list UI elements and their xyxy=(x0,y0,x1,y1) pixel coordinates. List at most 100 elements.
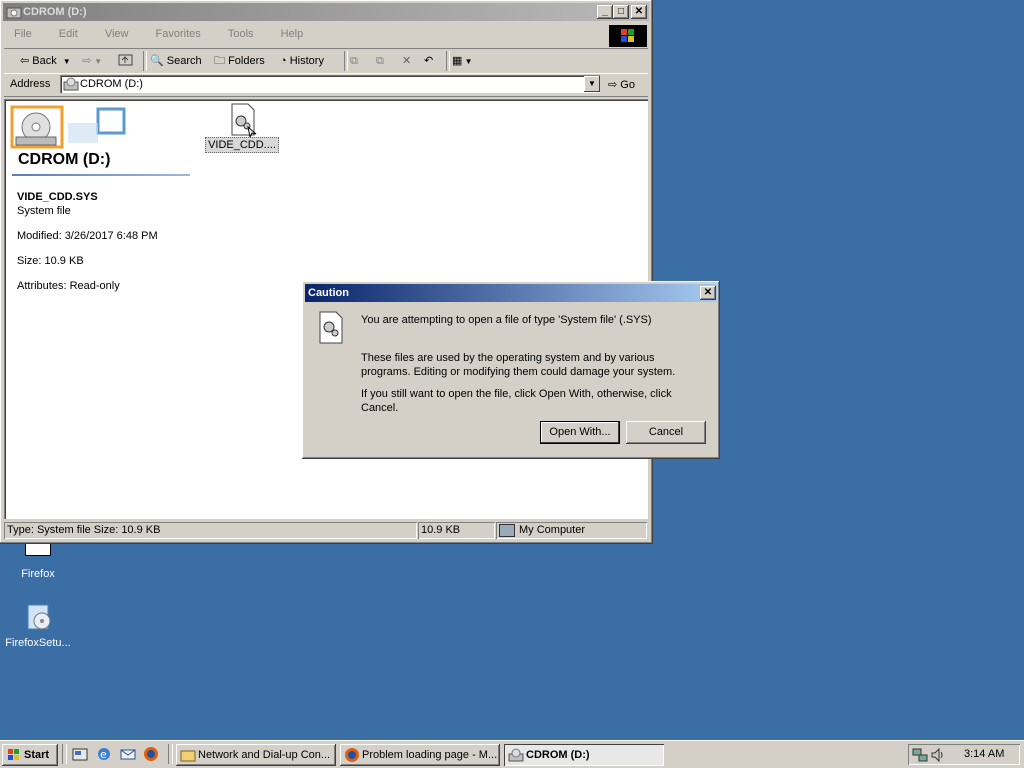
start-label: Start xyxy=(24,749,50,761)
network-tray-icon[interactable] xyxy=(912,747,928,766)
file-type-detail: System file xyxy=(17,205,71,217)
quicklaunch-separator xyxy=(62,744,67,764)
open-with-button[interactable]: Open With... xyxy=(540,421,620,444)
desktop-icon-firefox-setup[interactable]: FirefoxSetu... xyxy=(0,601,76,649)
task-cdrom-d[interactable]: CDROM (D:) xyxy=(504,744,664,766)
toolbar-separator xyxy=(344,51,348,71)
menu-file[interactable]: File xyxy=(8,25,38,43)
start-button[interactable]: Start xyxy=(2,744,58,766)
dialog-title: Caution xyxy=(308,287,349,299)
outlook-express-icon[interactable] xyxy=(120,746,136,762)
installer-icon xyxy=(22,601,54,633)
standard-toolbar: ⇦ Back ▼ ⇨ ▼ 🔍 Search 🗀 Folders ◔ History… xyxy=(4,48,648,74)
chevron-down-icon: ▼ xyxy=(62,57,71,66)
system-file-icon xyxy=(316,311,348,348)
address-value: CDROM (D:) xyxy=(80,78,143,90)
window-titlebar[interactable]: CDROM (D:) _ □ ✕ xyxy=(3,3,649,21)
cd-drive-icon xyxy=(508,747,524,763)
heading-underline xyxy=(12,174,190,176)
move-to-button[interactable]: ⧉ xyxy=(350,52,358,70)
folders-button[interactable]: 🗀 Folders xyxy=(214,52,265,70)
menu-edit[interactable]: Edit xyxy=(53,25,84,43)
copy-to-icon: ⧉ xyxy=(376,55,384,67)
menu-help[interactable]: Help xyxy=(275,25,310,43)
maximize-button[interactable]: □ xyxy=(613,5,629,19)
system-file-icon xyxy=(226,103,258,139)
address-label: Address xyxy=(10,78,51,90)
dialog-titlebar[interactable]: Caution ✕ xyxy=(305,284,717,302)
delete-icon: ✕ xyxy=(402,55,412,67)
show-desktop-icon[interactable] xyxy=(72,746,88,762)
svg-text:e: e xyxy=(100,748,107,761)
network-folder-icon xyxy=(180,747,196,763)
dialog-message-warning: These files are used by the operating sy… xyxy=(361,352,676,378)
delete-button[interactable]: ✕ xyxy=(402,52,411,70)
task-label: Problem loading page - M... xyxy=(362,749,498,761)
menu-tools[interactable]: Tools xyxy=(222,25,260,43)
window-title: CDROM (D:) xyxy=(23,6,87,18)
toolbar-separator xyxy=(143,51,147,71)
views-icon: ▦ xyxy=(452,55,463,67)
firefox-quicklaunch-icon[interactable] xyxy=(143,746,159,762)
firefox-icon xyxy=(344,747,360,763)
dialog-close-button[interactable]: ✕ xyxy=(700,286,716,300)
move-to-icon: ⧉ xyxy=(350,55,358,67)
status-text: Type: System file Size: 10.9 KB xyxy=(4,522,417,539)
file-modified-detail: Modified: 3/26/2017 6:48 PM xyxy=(17,230,158,242)
file-name-detail: VIDE_CDD.SYS xyxy=(17,191,98,203)
task-network-dialup[interactable]: Network and Dial-up Con... xyxy=(176,744,336,766)
search-label: Search xyxy=(166,55,202,67)
search-button[interactable]: 🔍 Search xyxy=(150,52,202,70)
volume-icon[interactable] xyxy=(930,747,946,766)
drive-banner-icon xyxy=(8,103,128,152)
task-firefox-problem-loading[interactable]: Problem loading page - M... xyxy=(340,744,500,766)
toolbar-separator xyxy=(446,51,450,71)
windows-logo-icon xyxy=(609,25,647,47)
file-size-detail: Size: 10.9 KB xyxy=(17,255,84,267)
address-bar: Address CDROM (D:) ▼ ⇨ Go xyxy=(4,74,648,97)
forward-button[interactable]: ⇨ ▼ xyxy=(82,52,102,70)
views-button[interactable]: ▦ ▼ xyxy=(452,52,473,70)
history-button[interactable]: ◔ History xyxy=(280,52,324,70)
menu-bar: File Edit View Favorites Tools Help xyxy=(8,25,608,45)
back-button[interactable]: ⇦ Back ▼ xyxy=(20,52,71,70)
history-icon: ◔ xyxy=(280,55,287,67)
explorer-window: CDROM (D:) _ □ ✕ File Edit View Favorite… xyxy=(0,0,653,544)
folders-icon: 🗀 xyxy=(214,55,225,67)
internet-explorer-icon[interactable]: e xyxy=(96,746,112,762)
menu-view[interactable]: View xyxy=(99,25,135,43)
task-label: Network and Dial-up Con... xyxy=(198,749,331,761)
address-input[interactable]: CDROM (D:) ▼ xyxy=(60,75,600,93)
system-tray: 3:14 AM xyxy=(908,744,1020,765)
history-label: History xyxy=(289,55,324,67)
go-button[interactable]: ⇨ Go xyxy=(608,76,635,94)
address-dropdown-button[interactable]: ▼ xyxy=(584,76,600,92)
drive-heading: CDROM (D:) xyxy=(18,151,111,168)
cancel-button[interactable]: Cancel xyxy=(626,421,706,444)
cd-drive-icon xyxy=(63,76,79,95)
minimize-button[interactable]: _ xyxy=(597,5,613,19)
status-size: 10.9 KB xyxy=(418,522,495,539)
desktop-icon-firefox[interactable]: Firefox xyxy=(0,538,76,580)
close-button[interactable]: ✕ xyxy=(631,5,647,19)
caution-dialog: Caution ✕ You are attempting to open a f… xyxy=(302,281,720,459)
copy-to-button[interactable]: ⧉ xyxy=(376,52,384,70)
back-label: Back xyxy=(32,55,57,67)
clock[interactable]: 3:14 AM xyxy=(964,748,1004,760)
desktop-icon-label: Firefox xyxy=(21,568,55,580)
taskbar: Start e Network and Dial-up Con... Probl… xyxy=(0,740,1024,768)
dialog-message-type: You are attempting to open a file of typ… xyxy=(361,314,652,326)
file-attributes-detail: Attributes: Read-only xyxy=(17,280,120,292)
go-label: Go xyxy=(620,79,635,91)
folders-label: Folders xyxy=(228,55,265,67)
chevron-down-icon: ▼ xyxy=(94,57,103,66)
dialog-message-instructions: If you still want to open the file, clic… xyxy=(361,388,672,414)
tasks-separator xyxy=(168,744,173,764)
go-arrow-icon: ⇨ xyxy=(608,79,618,91)
status-bar: Type: System file Size: 10.9 KB 10.9 KB … xyxy=(4,521,648,540)
up-folder-button[interactable] xyxy=(118,52,134,70)
menu-favorites[interactable]: Favorites xyxy=(150,25,207,43)
undo-button[interactable]: ↶ xyxy=(424,52,433,70)
file-item-vide-cdd[interactable]: VIDE_CDD.... xyxy=(204,103,280,153)
chevron-down-icon: ▼ xyxy=(462,57,473,66)
